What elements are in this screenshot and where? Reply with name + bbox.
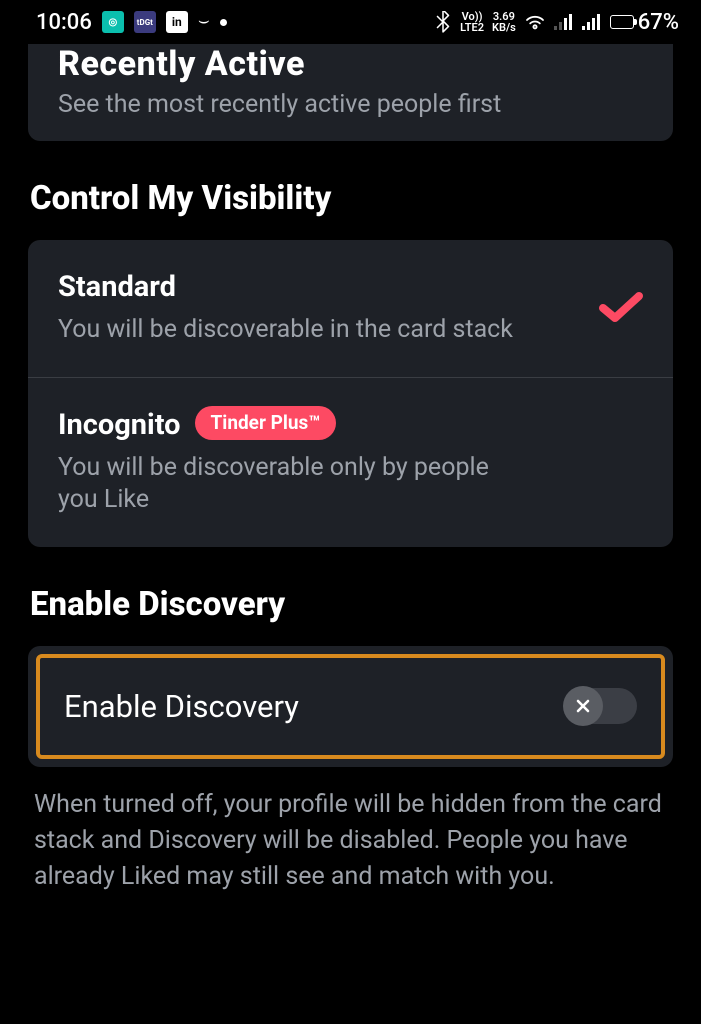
visibility-option-standard[interactable]: Standard You will be discoverable in the… (28, 240, 673, 377)
recently-active-title: Recently Active (58, 44, 643, 84)
notif-more-dot (220, 19, 227, 26)
check-icon (599, 290, 643, 328)
close-icon (574, 697, 592, 715)
discovery-footer-text: When turned off, your profile will be hi… (34, 787, 667, 896)
visibility-option-incognito[interactable]: Incognito Tinder Plus™ You will be disco… (28, 378, 673, 547)
tinder-plus-badge: Tinder Plus™ (195, 406, 337, 440)
section-title-visibility: Control My Visibility (30, 179, 673, 218)
incognito-title: Incognito (58, 408, 181, 442)
volte-indicator: Vo)) LTE2 (460, 11, 484, 33)
data-speed-indicator: 3.69 KB/s (492, 11, 516, 33)
standard-title: Standard (58, 270, 513, 304)
clock: 10:06 (36, 10, 92, 35)
signal-icon-1 (554, 14, 574, 30)
notif-app-icon-2: tDGt (134, 11, 156, 33)
notif-linkedin-icon: in (166, 11, 188, 33)
notif-amazon-icon: ⌣ (198, 10, 210, 31)
settings-content: Recently Active See the most recently ac… (0, 44, 701, 895)
toggle-knob (563, 686, 603, 726)
discovery-card: Enable Discovery (28, 646, 673, 767)
recently-active-option[interactable]: Recently Active See the most recently ac… (28, 44, 673, 141)
battery-indicator: 67% (610, 10, 679, 35)
discovery-row-label: Enable Discovery (64, 688, 299, 725)
wifi-icon (524, 13, 546, 31)
status-right: Vo)) LTE2 3.69 KB/s 67% (434, 10, 679, 35)
standard-desc: You will be discoverable in the card sta… (58, 314, 513, 347)
recently-active-desc: See the most recently active people firs… (58, 90, 643, 119)
discovery-row-highlight: Enable Discovery (36, 654, 665, 759)
bluetooth-icon (434, 11, 452, 33)
signal-icon-2 (582, 14, 602, 30)
notif-app-icon-1: ◎ (102, 11, 124, 33)
discovery-toggle[interactable] (565, 688, 637, 724)
section-title-discovery: Enable Discovery (30, 585, 673, 624)
visibility-card: Standard You will be discoverable in the… (28, 240, 673, 547)
status-left: 10:06 ◎ tDGt in ⌣ (36, 10, 227, 35)
incognito-desc: You will be discoverable only by people … (58, 452, 518, 517)
status-bar: 10:06 ◎ tDGt in ⌣ Vo)) LTE2 3.69 KB/s 67… (0, 0, 701, 44)
